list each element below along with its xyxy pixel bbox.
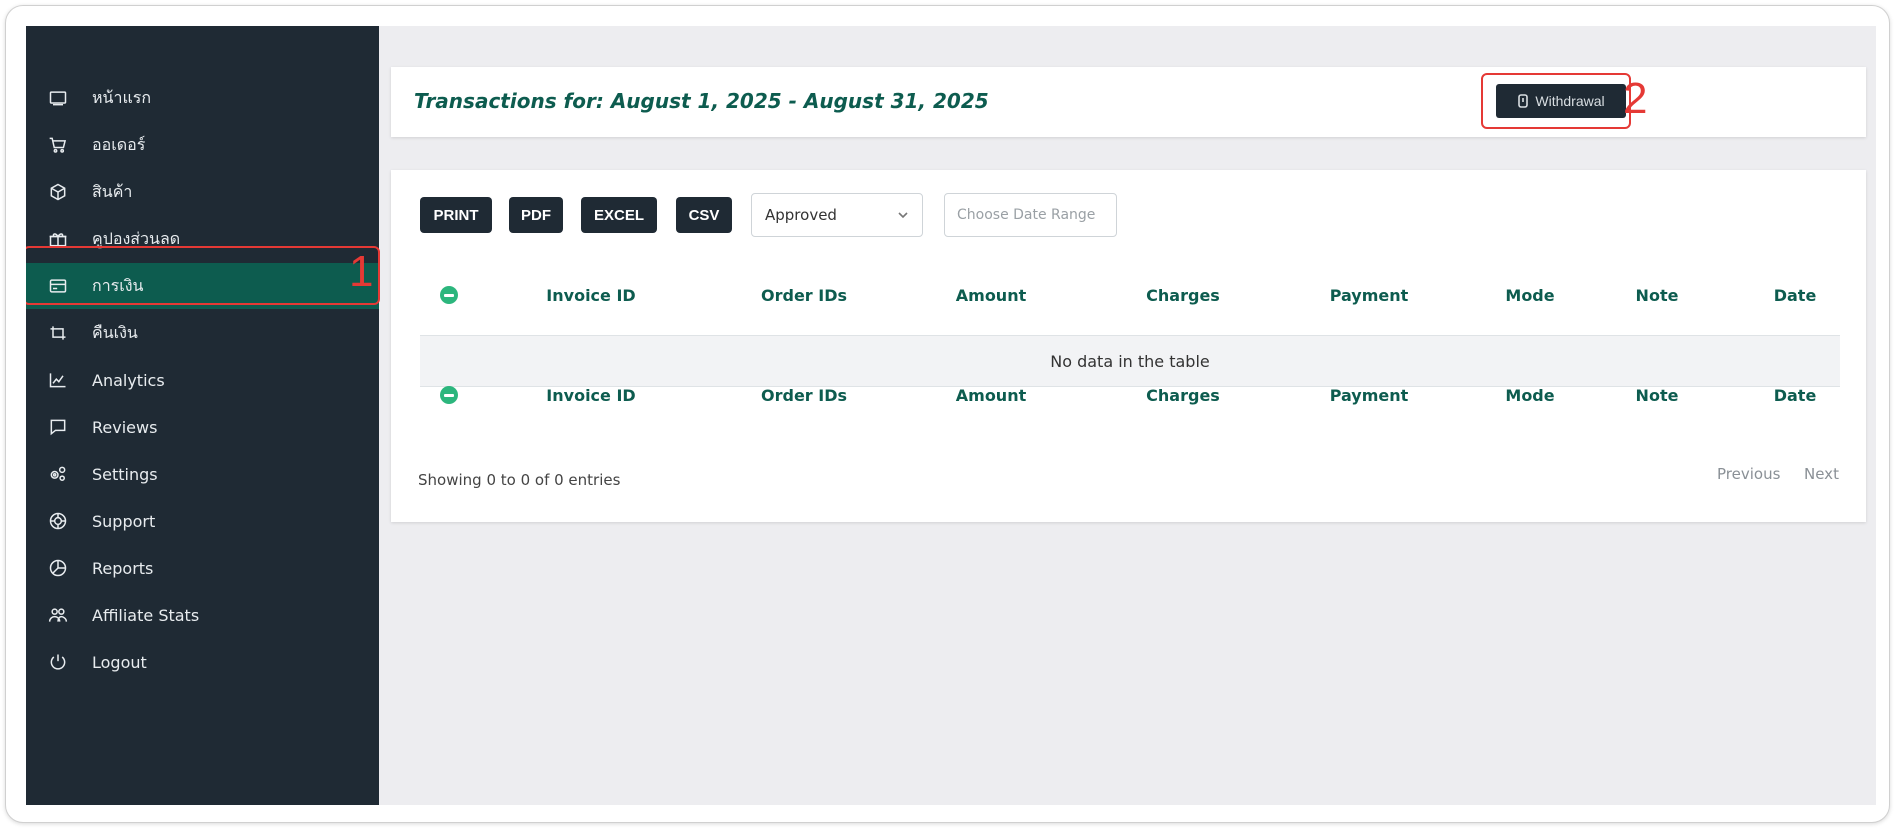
screenshot-frame: หน้าแรก ออเดอร์ สินค้า คูปองส่วนลด การเง… <box>5 5 1890 823</box>
header-card: Transactions for: August 1, 2025 - Augus… <box>391 67 1866 137</box>
print-button[interactable]: PRINT <box>420 197 492 233</box>
date-range-input[interactable] <box>944 193 1117 237</box>
status-select-value: Approved <box>765 206 837 224</box>
sidebar-item-reviews[interactable]: Reviews <box>26 404 379 450</box>
table-info: Showing 0 to 0 of 0 entries <box>418 471 621 489</box>
sidebar-item-label: Affiliate Stats <box>92 605 200 625</box>
column-header[interactable]: Payment <box>1330 286 1409 305</box>
sidebar-item-refunds[interactable]: คืนเงิน <box>26 310 379 356</box>
column-footer: Invoice ID <box>546 386 636 405</box>
sidebar-item-analytics[interactable]: Analytics <box>26 357 379 403</box>
column-header[interactable]: Note <box>1636 286 1679 305</box>
column-footer: Date <box>1773 386 1817 405</box>
column-header[interactable]: Charges <box>1146 286 1220 305</box>
sidebar-item-label: Reports <box>92 558 154 578</box>
gears-icon <box>46 462 70 486</box>
sidebar-item-label: Logout <box>92 652 147 672</box>
column-header[interactable]: Mode <box>1505 286 1554 305</box>
column-footer: Payment <box>1329 386 1409 405</box>
page-title: Transactions for: August 1, 2025 - Augus… <box>414 89 989 113</box>
sidebar-item-label: หน้าแรก <box>92 87 152 107</box>
sidebar-item-orders[interactable]: ออเดอร์ <box>26 122 379 168</box>
chart-icon <box>46 368 70 392</box>
pie-icon <box>46 556 70 580</box>
refund-icon <box>46 321 70 345</box>
csv-button[interactable]: CSV <box>676 197 732 233</box>
annotation-number-2: 2 <box>1623 74 1648 123</box>
column-footer: Note <box>1635 386 1679 405</box>
column-footer: Charges <box>1146 386 1220 405</box>
transactions-card: PRINT PDF EXCEL CSV Approved Invoice ID … <box>391 170 1866 522</box>
sidebar-item-home[interactable]: หน้าแรก <box>26 75 379 121</box>
sidebar-item-reports[interactable]: Reports <box>26 545 379 591</box>
sidebar-item-products[interactable]: สินค้า <box>26 169 379 215</box>
cart-icon <box>46 133 70 157</box>
column-footer: Amount <box>955 386 1027 405</box>
column-footer: Order IDs <box>760 386 848 405</box>
previous-page-link[interactable]: Previous <box>1717 465 1780 483</box>
collapse-icon[interactable] <box>440 386 458 404</box>
sidebar-item-logout[interactable]: Logout <box>26 639 379 685</box>
sidebar-item-label: Analytics <box>92 370 165 390</box>
sidebar-item-settings[interactable]: Settings <box>26 451 379 497</box>
sidebar-item-label: สินค้า <box>92 181 133 201</box>
column-header[interactable]: Amount <box>956 286 1026 305</box>
monitor-icon <box>46 86 70 110</box>
excel-button[interactable]: EXCEL <box>581 197 657 233</box>
table-footer-row: Invoice ID Order IDs Amount Charges Paym… <box>420 370 1840 420</box>
annotation-box-2 <box>1481 73 1631 129</box>
sidebar-item-label: Settings <box>92 464 158 484</box>
next-page-link[interactable]: Next <box>1804 465 1839 483</box>
sidebar-item-support[interactable]: Support <box>26 498 379 544</box>
column-header[interactable]: Date <box>1774 286 1817 305</box>
table-header-row: Invoice ID Order IDs Amount Charges Paym… <box>420 270 1840 320</box>
column-header[interactable]: Invoice ID <box>546 286 635 305</box>
support-icon <box>46 509 70 533</box>
app-window: หน้าแรก ออเดอร์ สินค้า คูปองส่วนลด การเง… <box>26 26 1876 805</box>
annotation-number-1: 1 <box>349 247 374 296</box>
sidebar: หน้าแรก ออเดอร์ สินค้า คูปองส่วนลด การเง… <box>26 26 380 805</box>
sidebar-item-label: Reviews <box>92 417 158 437</box>
sidebar-item-label: Support <box>92 511 156 531</box>
chevron-down-icon <box>896 208 910 222</box>
annotation-box-1 <box>26 246 380 305</box>
users-icon <box>46 603 70 627</box>
status-select[interactable]: Approved <box>751 193 923 237</box>
sidebar-item-label: ออเดอร์ <box>92 134 146 154</box>
message-icon <box>46 415 70 439</box>
power-icon <box>46 650 70 674</box>
box-icon <box>46 180 70 204</box>
column-footer: Mode <box>1505 386 1555 405</box>
sidebar-item-affiliate-stats[interactable]: Affiliate Stats <box>26 592 379 638</box>
column-header[interactable]: Order IDs <box>761 286 847 305</box>
pdf-button[interactable]: PDF <box>509 197 563 233</box>
sidebar-item-label: คืนเงิน <box>92 322 138 342</box>
collapse-icon[interactable] <box>440 286 458 304</box>
